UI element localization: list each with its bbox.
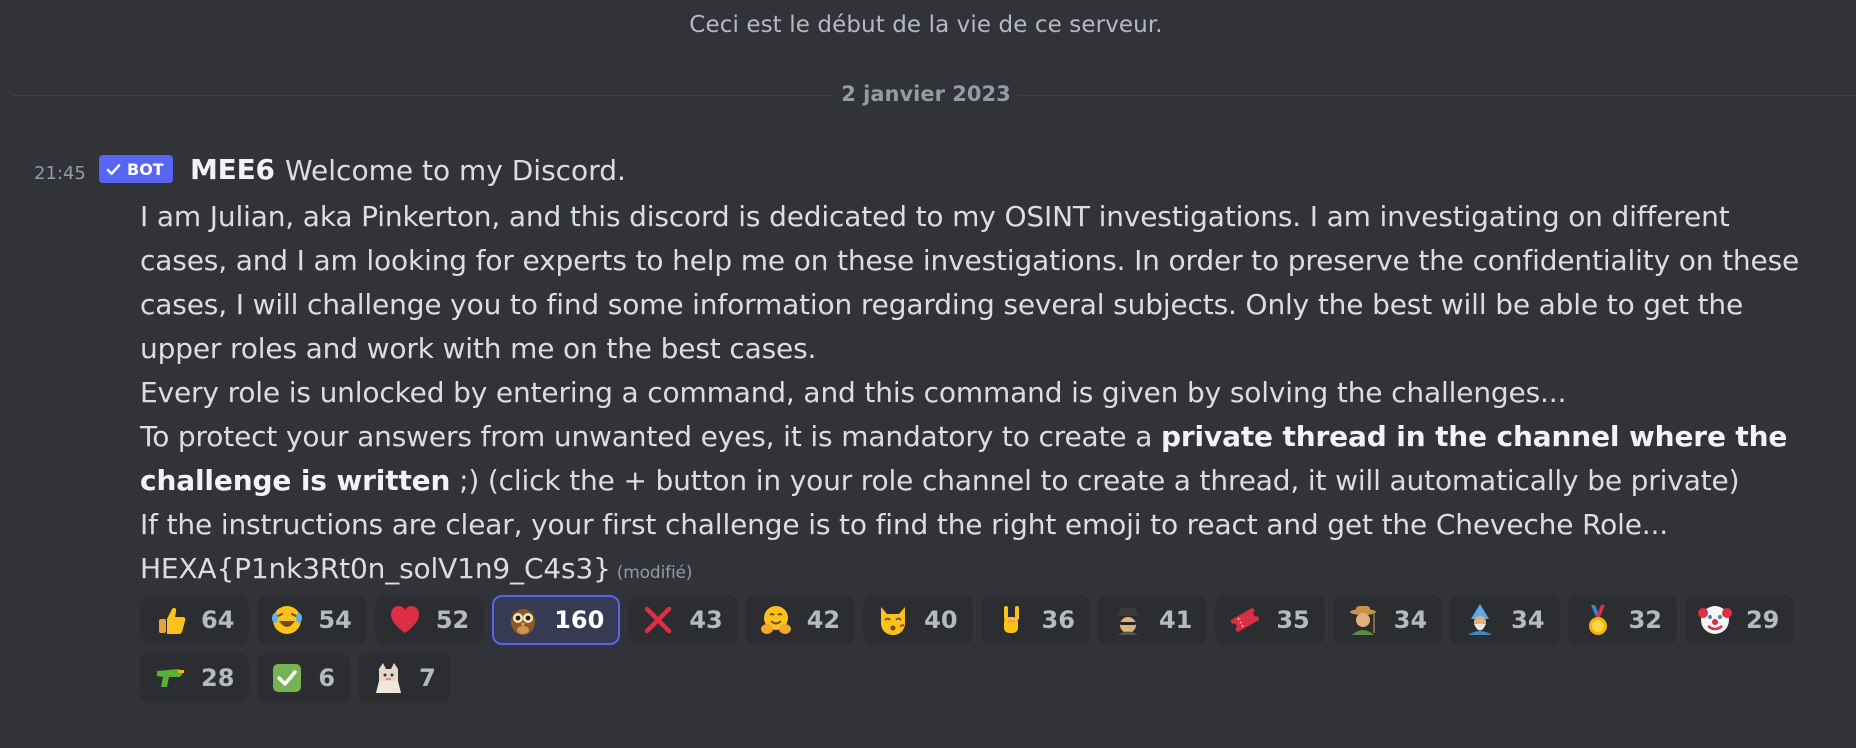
chat-view: Ceci est le début de la vie de ce serveu… bbox=[0, 0, 1856, 748]
flag-text: HEXA{P1nk3Rt0n_solV1n9_C4s3} bbox=[140, 552, 611, 585]
reaction-owl[interactable]: 160 bbox=[492, 595, 621, 645]
bot-badge: BOT bbox=[99, 155, 173, 183]
reaction-gold-medal[interactable]: 32 bbox=[1567, 595, 1677, 645]
reaction-detective[interactable]: 41 bbox=[1097, 595, 1208, 645]
message-text: To protect your answers from unwanted ey… bbox=[140, 420, 1161, 453]
message-line: upper roles and work with me on the best… bbox=[140, 332, 817, 365]
reaction-count: 32 bbox=[1628, 606, 1662, 634]
detective-icon bbox=[1113, 608, 1142, 635]
red-heart-icon bbox=[390, 606, 419, 633]
author-name[interactable]: MEE6 bbox=[190, 153, 275, 186]
message-timestamp[interactable]: 21:45 bbox=[34, 163, 86, 184]
message: 21:45 BOT MEE6 Welcome to my Discord. I … bbox=[0, 150, 1856, 710]
reaction-kissing-cat[interactable]: 40 bbox=[863, 595, 973, 645]
reactions-bar: 64 54 52 160 43 42 40 36 41 35 34 34 32 29 28 6 7 bbox=[140, 595, 1840, 703]
rock-on-hand-icon bbox=[1003, 606, 1019, 633]
mage-icon bbox=[1468, 604, 1493, 635]
reaction-count: 42 bbox=[806, 606, 841, 634]
message-headline: Welcome to my Discord. bbox=[285, 154, 626, 187]
thumbs-up-icon bbox=[159, 608, 186, 634]
kissing-cat-icon bbox=[881, 607, 906, 635]
reaction-count: 6 bbox=[318, 664, 336, 692]
date-divider-label: 2 janvier 2023 bbox=[834, 82, 1018, 106]
reaction-count: 64 bbox=[201, 606, 235, 634]
reaction-ticket[interactable]: 35 bbox=[1215, 595, 1325, 645]
ticket-icon bbox=[1231, 608, 1260, 632]
message-line: Every role is unlocked by entering a com… bbox=[140, 376, 1567, 409]
server-start-text: Ceci est le début de la vie de ce serveu… bbox=[689, 12, 1163, 38]
reaction-check-mark-button[interactable]: 6 bbox=[257, 653, 351, 703]
reaction-water-pistol[interactable]: 28 bbox=[140, 653, 250, 703]
reaction-red-heart[interactable]: 52 bbox=[374, 595, 485, 645]
message-line: challenge is written ;) (click the + but… bbox=[140, 459, 1840, 503]
check-mark-button-icon bbox=[273, 664, 302, 692]
reaction-mage[interactable]: 34 bbox=[1450, 595, 1560, 645]
reaction-count: 35 bbox=[1276, 606, 1310, 634]
message-bold-text: challenge is written bbox=[140, 464, 451, 497]
edited-label: (modifié) bbox=[616, 563, 693, 583]
message-bold-text: private thread in the channel where the bbox=[1160, 420, 1788, 453]
reaction-hugging-face[interactable]: 42 bbox=[745, 595, 856, 645]
hugging-face-icon bbox=[760, 606, 791, 634]
message-line: cases, I will challenge you to find some… bbox=[140, 288, 1744, 321]
message-content: I am Julian, aka Pinkerton, and this dis… bbox=[140, 195, 1840, 595]
reaction-count: 54 bbox=[318, 606, 352, 634]
reaction-count: 34 bbox=[1393, 606, 1428, 634]
message-line: I am Julian, aka Pinkerton, and this dis… bbox=[140, 200, 1730, 233]
owl-icon bbox=[511, 609, 536, 635]
reaction-count: 160 bbox=[554, 606, 605, 634]
reaction-clown-face[interactable]: 29 bbox=[1684, 595, 1795, 645]
laughing-tears-icon bbox=[272, 606, 303, 634]
reaction-rock-on-hand[interactable]: 36 bbox=[980, 595, 1090, 645]
message-line: cases, and I am looking for experts to h… bbox=[140, 244, 1800, 277]
reaction-count: 7 bbox=[419, 664, 436, 692]
message-line: If the instructions are clear, your firs… bbox=[140, 508, 1669, 541]
farmer-icon bbox=[1349, 606, 1376, 635]
gold-medal-icon bbox=[1588, 605, 1607, 635]
reaction-laughing-tears[interactable]: 54 bbox=[257, 595, 367, 645]
reaction-thumbs-up[interactable]: 64 bbox=[140, 595, 250, 645]
reaction-count: 41 bbox=[1158, 606, 1193, 634]
clown-face-icon bbox=[1697, 606, 1732, 634]
cross-mark-icon bbox=[645, 606, 672, 634]
reaction-count: 34 bbox=[1511, 606, 1545, 634]
reaction-cross-mark[interactable]: 43 bbox=[628, 595, 738, 645]
reaction-count: 28 bbox=[201, 664, 235, 692]
reaction-cat-meme[interactable]: 7 bbox=[358, 653, 451, 703]
reaction-count: 36 bbox=[1041, 606, 1075, 634]
reaction-count: 43 bbox=[689, 606, 723, 634]
reaction-count: 40 bbox=[924, 606, 958, 634]
reaction-farmer[interactable]: 34 bbox=[1332, 595, 1443, 645]
water-pistol-icon bbox=[157, 669, 184, 687]
message-line: HEXA{P1nk3Rt0n_solV1n9_C4s3} (modifié) bbox=[140, 547, 1840, 595]
reaction-count: 52 bbox=[435, 606, 470, 634]
reaction-count: 29 bbox=[1745, 606, 1780, 634]
message-text: ;) (click the + button in your role chan… bbox=[450, 464, 1740, 497]
bot-badge-label: BOT bbox=[127, 159, 164, 179]
checkmark-icon bbox=[106, 163, 121, 175]
message-line: To protect your answers from unwanted ey… bbox=[140, 415, 1840, 459]
cat-meme-icon bbox=[376, 663, 402, 693]
